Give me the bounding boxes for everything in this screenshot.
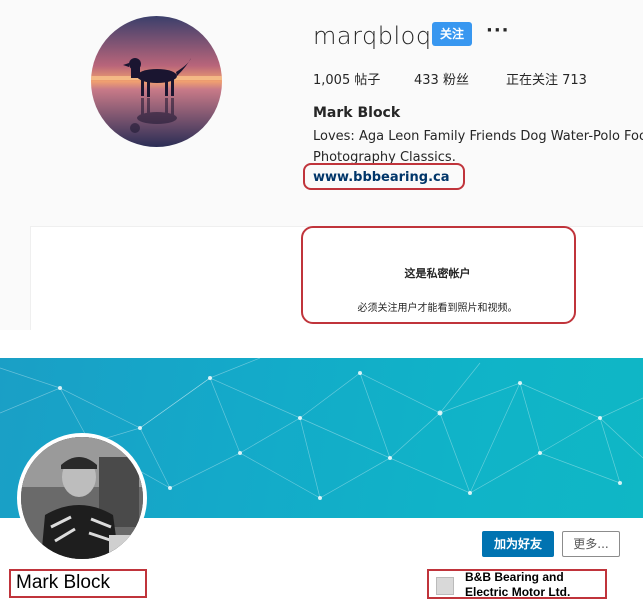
followers-count[interactable]: 433 粉丝 bbox=[414, 69, 469, 88]
following-count[interactable]: 正在关注 713 bbox=[506, 69, 587, 88]
more-options-icon[interactable]: ··· bbox=[486, 20, 510, 41]
posts-count: 1,005 帖子 bbox=[313, 73, 381, 88]
linkedin-profile: 加为好友 更多... Mark Block B&B Bearing and El… bbox=[0, 330, 643, 599]
connect-button[interactable]: 加为好友 bbox=[482, 531, 554, 557]
annotation-circle bbox=[301, 226, 576, 324]
bio-line: Loves: Aga Leon Family Friends Dog Water… bbox=[313, 129, 643, 144]
dog-sunset-photo bbox=[91, 16, 222, 147]
person-photo bbox=[21, 437, 143, 559]
instagram-profile: marqbloq 关注 ··· 1,005 帖子 433 粉丝 正在关注 713… bbox=[0, 0, 643, 330]
more-button[interactable]: 更多... bbox=[562, 531, 620, 557]
annotation-circle bbox=[303, 163, 465, 190]
instagram-username: marqbloq bbox=[313, 22, 432, 50]
instagram-avatar[interactable] bbox=[91, 16, 222, 147]
instagram-full-name: Mark Block bbox=[313, 105, 401, 121]
annotation-box bbox=[9, 569, 147, 598]
follow-button[interactable]: 关注 bbox=[432, 22, 472, 46]
linkedin-avatar[interactable] bbox=[17, 433, 147, 563]
instagram-bio: Loves: Aga Leon Family Friends Dog Water… bbox=[313, 126, 643, 168]
annotation-box bbox=[427, 569, 607, 599]
